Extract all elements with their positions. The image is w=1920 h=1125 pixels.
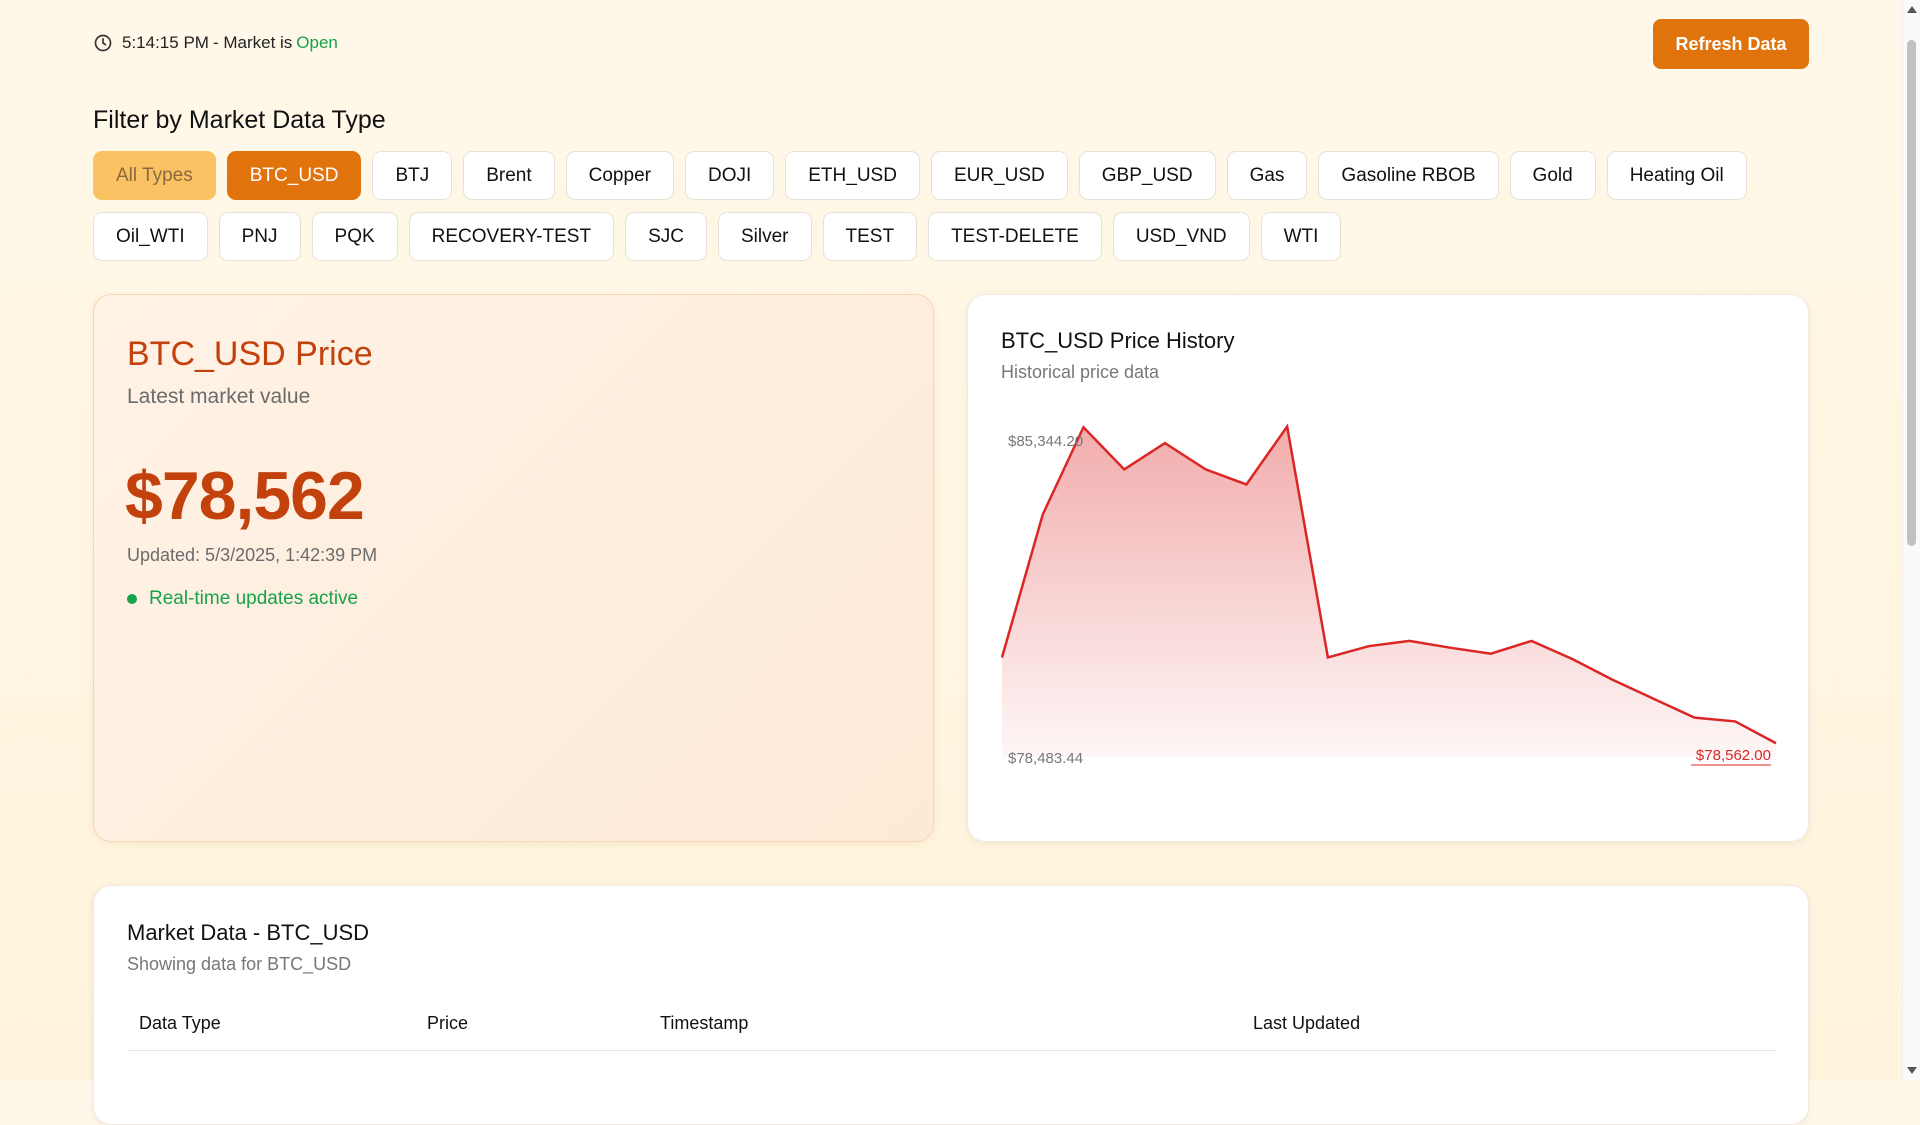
filter-chip-gasoline-rbob[interactable]: Gasoline RBOB	[1318, 151, 1499, 200]
chart-max-label: $85,344.20	[1008, 433, 1083, 450]
price-subtitle: Latest market value	[127, 385, 311, 408]
chart-card: BTC_USD Price History Historical price d…	[967, 294, 1809, 842]
filter-chip-row-2: Oil_WTI PNJ PQK RECOVERY-TEST SJC Silver TEST T…	[93, 212, 1793, 261]
page-scrollbar[interactable]	[1902, 0, 1920, 1080]
market-prefix: - Market is	[212, 33, 293, 52]
table-subtitle: Showing data for BTC_USD	[127, 954, 352, 974]
filter-chip-silver[interactable]: Silver	[717, 212, 812, 261]
chart-area-fill	[1002, 426, 1776, 757]
filter-chip-pqk[interactable]: PQK	[311, 212, 398, 261]
filter-chip-gas[interactable]: Gas	[1226, 151, 1308, 200]
market-status-value: Open	[296, 33, 338, 52]
filter-chip-brent[interactable]: Brent	[463, 151, 555, 200]
filter-chip-eur-usd[interactable]: EUR_USD	[930, 151, 1068, 200]
price-value: $78,562	[125, 458, 365, 534]
scroll-down-icon[interactable]	[1907, 1067, 1917, 1074]
table-header: Data Type Price Timestamp Last Updated	[127, 992, 1777, 1051]
realtime-label: Real-time updates active	[149, 588, 359, 609]
chart-subtitle: Historical price data	[1001, 362, 1160, 382]
filter-chip-recovery-test[interactable]: RECOVERY-TEST	[408, 212, 615, 261]
clock-icon	[94, 34, 112, 52]
column-header-data-type[interactable]: Data Type	[139, 1013, 221, 1034]
filter-chip-heating-oil[interactable]: Heating Oil	[1606, 151, 1747, 200]
filter-chip-btj[interactable]: BTJ	[372, 151, 453, 200]
price-card: BTC_USD Price Latest market value $78,56…	[93, 294, 934, 842]
filter-chip-all-types[interactable]: All Types	[93, 151, 216, 200]
status-dot-icon	[127, 594, 137, 604]
filter-chip-btc-usd[interactable]: BTC_USD	[226, 151, 362, 200]
scroll-thumb[interactable]	[1907, 40, 1916, 546]
filter-chip-sjc[interactable]: SJC	[625, 212, 707, 261]
chart-title: BTC_USD Price History	[1001, 328, 1235, 353]
filter-chip-row-1: All Types BTC_USD BTJ Brent Copper DOJI ETH_US…	[93, 151, 1793, 200]
scroll-up-icon[interactable]	[1907, 6, 1917, 13]
chart-last-label: $78,562.00	[1696, 747, 1771, 764]
column-header-price[interactable]: Price	[427, 1013, 468, 1034]
table-title: Market Data - BTC_USD	[127, 920, 370, 945]
filter-chip-test[interactable]: TEST	[822, 212, 918, 261]
filter-chip-test-delete[interactable]: TEST-DELETE	[928, 212, 1102, 261]
filter-title: Filter by Market Data Type	[93, 106, 386, 134]
top-bar: 5:14:15 PM - Market is Open Refresh Data	[93, 19, 1809, 69]
filter-chip-wti[interactable]: WTI	[1260, 212, 1342, 261]
updated-timestamp: Updated: 5/3/2025, 1:42:39 PM	[127, 545, 378, 565]
current-time: 5:14:15 PM	[122, 33, 209, 52]
filter-chip-pnj[interactable]: PNJ	[218, 212, 301, 261]
column-header-timestamp[interactable]: Timestamp	[660, 1013, 748, 1034]
market-data-table-card: Market Data - BTC_USD Showing data for B…	[93, 885, 1809, 1125]
filter-chips: All Types BTC_USD BTJ Brent Copper DOJI ETH_US…	[93, 151, 1793, 273]
filter-chip-doji[interactable]: DOJI	[684, 151, 775, 200]
market-status: 5:14:15 PM - Market is Open	[93, 33, 338, 53]
column-header-last-updated[interactable]: Last Updated	[1253, 1013, 1360, 1034]
realtime-indicator: Real-time updates active	[127, 588, 358, 610]
filter-chip-gold[interactable]: Gold	[1509, 151, 1596, 200]
filter-chip-gbp-usd[interactable]: GBP_USD	[1078, 151, 1216, 200]
chart-min-label: $78,483.44	[1008, 750, 1083, 767]
filter-chip-copper[interactable]: Copper	[565, 151, 674, 200]
price-history-chart: $85,344.20 $78,483.44 $78,562.00	[1001, 423, 1777, 767]
filter-chip-oil-wti[interactable]: Oil_WTI	[93, 212, 208, 261]
filter-chip-usd-vnd[interactable]: USD_VND	[1112, 212, 1250, 261]
filter-chip-eth-usd[interactable]: ETH_USD	[785, 151, 920, 200]
refresh-data-button[interactable]: Refresh Data	[1653, 19, 1809, 69]
price-title: BTC_USD Price	[127, 335, 373, 373]
